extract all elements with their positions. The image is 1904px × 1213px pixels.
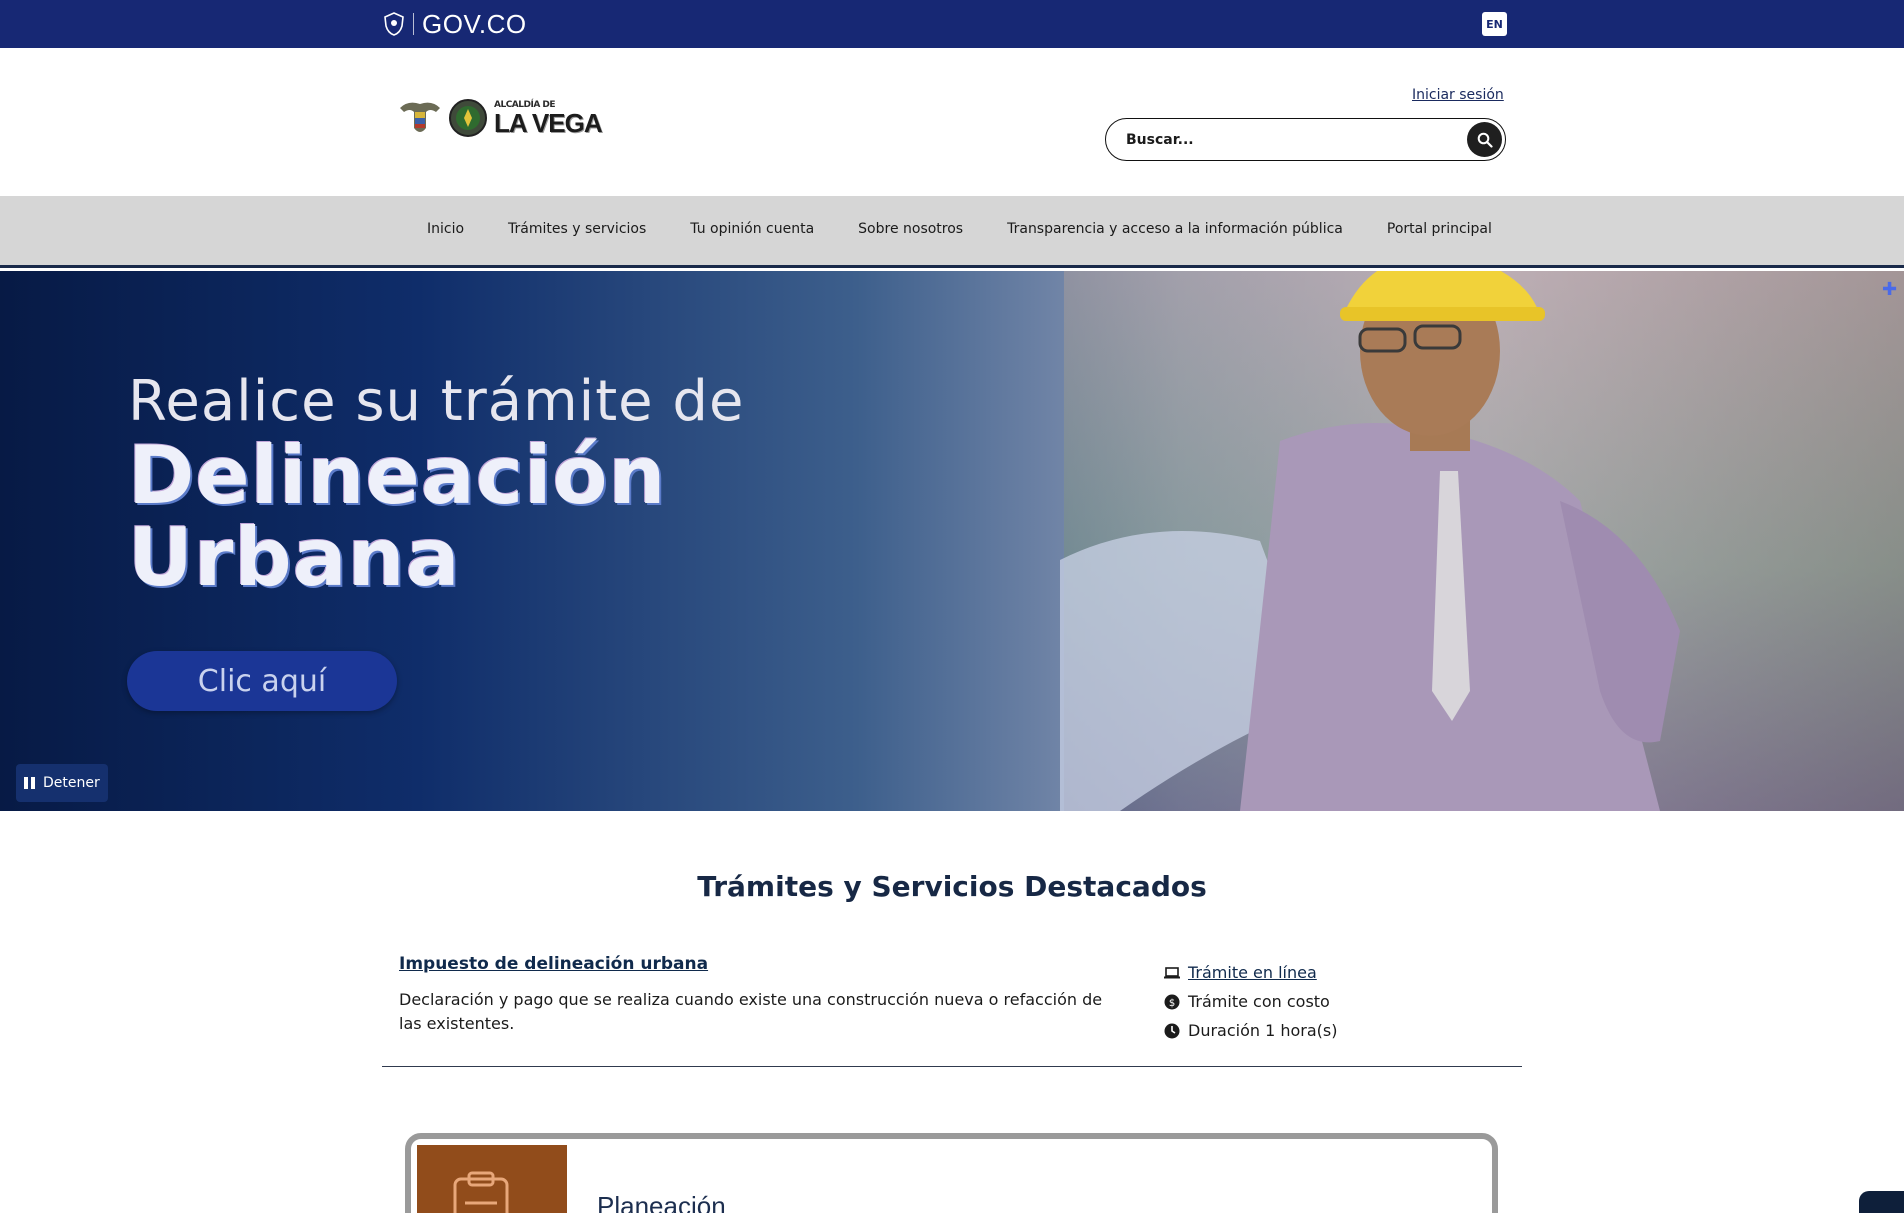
tramite-title-link[interactable]: Impuesto de delineación urbana	[399, 954, 708, 974]
hero-heading-line-2: Delineación Urbana	[128, 435, 666, 599]
hero-heading-urbana: Urbana	[128, 511, 461, 604]
alcaldia-big-text: LA VEGA	[494, 107, 603, 138]
site-header: ALCALDÍA DE LA VEGA Iniciar sesión	[0, 48, 1904, 196]
carousel-stop-button[interactable]: Detener	[16, 764, 108, 802]
login-link[interactable]: Iniciar sesión	[1412, 87, 1504, 103]
search-input[interactable]	[1126, 130, 1446, 150]
meta-cost-row: $ Trámite con costo	[1164, 987, 1338, 1016]
engineer-illustration	[1060, 271, 1680, 811]
floating-accessibility-button[interactable]	[1859, 1191, 1904, 1213]
search-box	[1105, 118, 1506, 161]
nav-item-transparencia[interactable]: Transparencia y acceso a la información …	[1007, 214, 1365, 244]
main-navigation: Inicio Trámites y servicios Tu opinión c…	[0, 196, 1904, 268]
nav-item-tramites[interactable]: Trámites y servicios	[508, 214, 668, 244]
cost-icon: $	[1164, 994, 1180, 1010]
govco-top-bar: GOV.CO EN	[0, 0, 1904, 48]
govco-brand[interactable]: GOV.CO	[383, 8, 527, 39]
nav-item-sobre-nosotros[interactable]: Sobre nosotros	[858, 214, 985, 244]
tramite-description: Declaración y pago que se realiza cuando…	[399, 990, 1103, 1033]
colombia-shield-icon	[384, 12, 404, 36]
alcaldia-name: ALCALDÍA DE LA VEGA	[494, 100, 603, 138]
hero-heading-delineacion: Delineación	[128, 429, 667, 522]
govco-label: GOV.CO	[422, 8, 527, 39]
category-card-planeacion[interactable]: Planeación	[405, 1133, 1498, 1213]
search-icon	[1477, 132, 1493, 148]
site-logo[interactable]: ALCALDÍA DE LA VEGA	[396, 98, 603, 138]
meta-duration-row: Duración 1 hora(s)	[1164, 1016, 1338, 1045]
carousel-stop-label: Detener	[43, 775, 100, 791]
hero-cta-button[interactable]: Clic aquí	[127, 651, 397, 711]
laptop-icon	[1164, 965, 1180, 981]
meta-cost-text: Trámite con costo	[1188, 992, 1330, 1011]
brand-separator	[413, 13, 414, 35]
featured-tramite: Impuesto de delineación urbana Declaraci…	[399, 954, 1119, 1036]
hero-expand-icon[interactable]: ✚	[1882, 279, 1897, 300]
pause-icon	[24, 777, 35, 789]
nav-item-opinion[interactable]: Tu opinión cuenta	[690, 214, 836, 244]
svg-text:$: $	[1169, 998, 1175, 1009]
hero-banner[interactable]: Realice su trámite de Delineación Urbana…	[0, 271, 1904, 811]
meta-online-row[interactable]: Trámite en línea	[1164, 958, 1338, 987]
nav-item-portal[interactable]: Portal principal	[1387, 214, 1514, 244]
alcaldia-seal-icon	[449, 99, 487, 137]
language-toggle-button[interactable]: EN	[1482, 12, 1507, 36]
hero-heading-line-1: Realice su trámite de	[128, 369, 745, 434]
clock-icon	[1164, 1023, 1180, 1039]
meta-duration-text: Duración 1 hora(s)	[1188, 1021, 1338, 1040]
nav-item-inicio[interactable]: Inicio	[427, 214, 486, 244]
meta-online-link[interactable]: Trámite en línea	[1188, 963, 1317, 982]
card-title: Planeación	[597, 1191, 726, 1213]
section-divider	[382, 1066, 1522, 1067]
featured-section-title: Trámites y Servicios Destacados	[697, 870, 1207, 903]
card-thumbnail	[417, 1145, 567, 1213]
colombia-coat-of-arms-icon	[400, 102, 440, 132]
tramite-meta: Trámite en línea $ Trámite con costo Dur…	[1164, 958, 1338, 1045]
search-button[interactable]	[1467, 122, 1502, 157]
clipboard-icon	[453, 1171, 509, 1213]
